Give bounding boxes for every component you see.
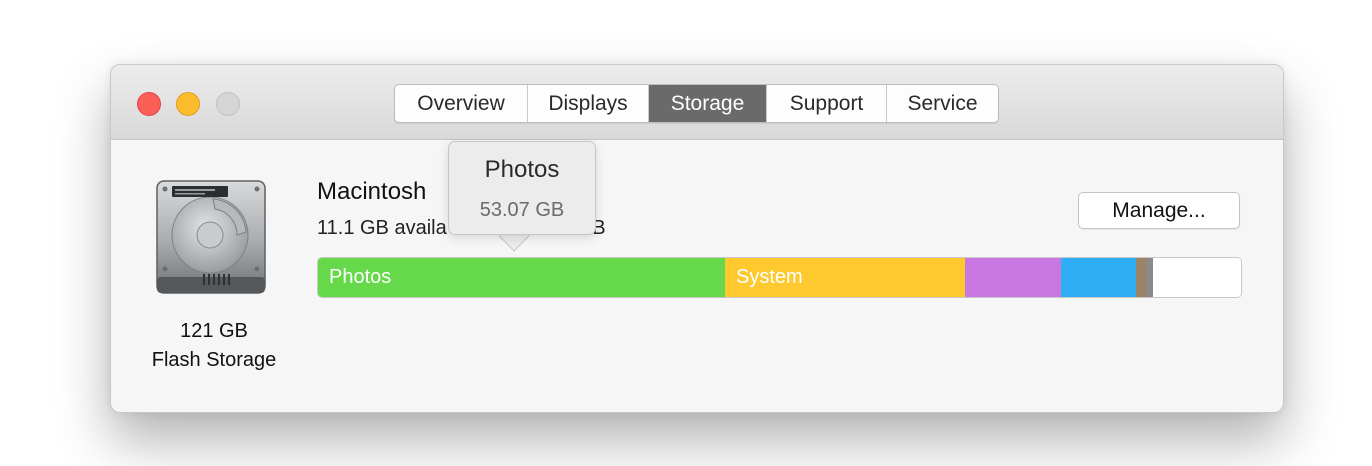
tooltip-title: Photos (484, 156, 560, 183)
manage-button[interactable]: Manage... (1078, 192, 1240, 229)
tab-overview[interactable]: Overview (395, 85, 528, 122)
storage-bar[interactable]: Photos System (317, 257, 1242, 298)
storage-segment[interactable]: System (725, 258, 965, 297)
storage-segment-label: System (736, 266, 803, 288)
disk-name: Macintosh (317, 178, 427, 205)
storage-tooltip: Photos 53.07 GB (448, 141, 596, 235)
zoom-button (216, 92, 240, 116)
disk-capacity: 121 GB (180, 320, 248, 342)
tab-storage[interactable]: Storage (649, 85, 767, 122)
storage-segment[interactable] (1060, 258, 1136, 297)
about-this-mac-window: Overview Displays Storage Support Servic… (110, 64, 1284, 413)
storage-segment[interactable] (1153, 258, 1241, 297)
tab-bar: Overview Displays Storage Support Servic… (394, 84, 999, 123)
disk-caption: 121 GB Flash Storage (129, 317, 299, 375)
minimize-button[interactable] (176, 92, 200, 116)
disk-type: Flash Storage (151, 349, 277, 371)
storage-segment-label: Photos (329, 266, 392, 288)
storage-segment[interactable] (965, 258, 1061, 297)
tab-displays[interactable]: Displays (528, 85, 649, 122)
storage-segment[interactable]: Photos (318, 258, 726, 297)
storage-segment[interactable] (1135, 258, 1146, 297)
tab-service[interactable]: Service (887, 85, 998, 122)
tab-support[interactable]: Support (767, 85, 887, 122)
available-text-start: 11.1 GB availa (317, 217, 447, 239)
close-button[interactable] (137, 92, 161, 116)
tooltip-value: 53.07 GB (479, 199, 565, 221)
title-bar: Overview Displays Storage Support Servic… (111, 65, 1283, 140)
storage-segment[interactable] (1145, 258, 1154, 297)
hard-drive-icon (153, 177, 269, 299)
